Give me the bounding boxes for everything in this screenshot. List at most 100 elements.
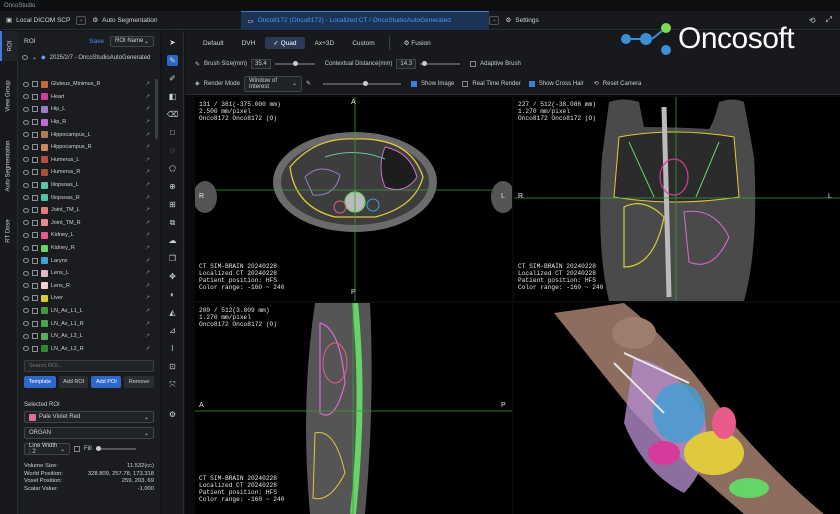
eye-icon[interactable]	[22, 55, 28, 60]
color-swatch[interactable]	[41, 118, 48, 126]
roi-list-item[interactable]: Joint_TM_R ↗	[18, 217, 160, 230]
eye-icon[interactable]	[23, 106, 29, 112]
grid-icon[interactable]: ⊡	[167, 361, 178, 372]
template-button[interactable]: Template	[24, 376, 56, 388]
cursor-icon[interactable]: ➤	[167, 37, 178, 48]
export-icon[interactable]: ↗	[145, 220, 150, 226]
export-icon[interactable]: ↗	[145, 245, 150, 251]
eye-icon[interactable]	[23, 270, 29, 276]
eye-icon[interactable]	[23, 144, 29, 150]
color-swatch[interactable]	[41, 345, 48, 353]
eye-icon[interactable]	[23, 333, 29, 339]
eye-icon[interactable]	[23, 232, 29, 238]
brush-size-input[interactable]: 35.4	[251, 59, 271, 69]
mode-ax3d[interactable]: Ax+3D	[307, 38, 343, 49]
color-swatch[interactable]	[41, 93, 48, 101]
eye-icon[interactable]	[23, 169, 29, 175]
copy-icon[interactable]: ❐	[167, 253, 178, 264]
roi-list-item[interactable]: Humerus_R ↗	[18, 166, 160, 179]
selected-roi-select[interactable]: Pale Violet Red ⌄	[24, 411, 154, 423]
lock-icon[interactable]	[32, 333, 38, 340]
fusion-button[interactable]: ⚙ Fusion	[396, 37, 439, 49]
export-icon[interactable]: ↗	[145, 333, 150, 339]
roi-list-item[interactable]: Hip_R ↗	[18, 116, 160, 129]
color-swatch[interactable]	[41, 244, 48, 252]
eye-icon[interactable]	[23, 245, 29, 251]
export-icon[interactable]: ↗	[145, 321, 150, 327]
brush-icon[interactable]: ✎	[167, 55, 178, 66]
color-swatch[interactable]	[41, 332, 48, 340]
add-poi-button[interactable]: Add POI	[91, 376, 122, 388]
context-slider[interactable]	[420, 61, 461, 66]
lock-icon[interactable]	[32, 207, 38, 214]
export-icon[interactable]: ↗	[145, 182, 150, 188]
eraser-icon[interactable]: ⌫	[167, 109, 178, 120]
lock-icon[interactable]	[32, 156, 38, 163]
lock-icon[interactable]	[32, 270, 38, 277]
color-swatch[interactable]	[41, 219, 48, 227]
fill-checkbox[interactable]	[74, 446, 80, 452]
vtab-roi[interactable]: ROI	[0, 31, 18, 61]
margin-icon[interactable]: ⊞	[167, 199, 178, 210]
color-swatch[interactable]	[41, 257, 48, 265]
mode-dvh[interactable]: DVH	[234, 38, 264, 49]
reset-icon[interactable]: ⟲	[594, 80, 599, 87]
lock-icon[interactable]	[32, 106, 38, 113]
transform-icon[interactable]: ⤧	[167, 379, 178, 390]
crosshair-icon[interactable]: ⊕	[167, 181, 178, 192]
eye-icon[interactable]	[23, 308, 29, 314]
3d-viewport[interactable]	[514, 303, 840, 514]
eye-icon[interactable]	[23, 346, 29, 352]
export-icon[interactable]: ↗	[145, 308, 150, 314]
move-icon[interactable]: ✥	[167, 271, 178, 282]
eye-icon[interactable]	[23, 321, 29, 327]
lock-icon[interactable]	[32, 219, 38, 226]
roi-list-item[interactable]: Liver ↗	[18, 292, 160, 305]
export-icon[interactable]: ↗	[145, 169, 150, 175]
lock-icon[interactable]	[32, 295, 38, 302]
roi-type-select[interactable]: ORGAN ⌄	[24, 427, 154, 439]
crosshair-checkbox[interactable]	[528, 80, 535, 87]
settings-icon[interactable]: ⚙	[167, 409, 178, 420]
lock-icon[interactable]	[32, 194, 38, 201]
show-image-checkbox[interactable]	[411, 80, 418, 87]
chevron-down-icon[interactable]: ⌄	[76, 15, 87, 25]
export-icon[interactable]: ↗	[145, 144, 150, 150]
export-icon[interactable]: ↗	[145, 132, 150, 138]
export-icon[interactable]: ↗	[145, 258, 150, 264]
lock-icon[interactable]	[32, 131, 38, 138]
roi-list-item[interactable]: Hippocampus_L ↗	[18, 128, 160, 141]
lasso-icon[interactable]: ◌	[167, 145, 178, 156]
color-swatch[interactable]	[41, 143, 48, 151]
color-swatch[interactable]	[41, 131, 48, 139]
export-icon[interactable]: ↗	[145, 283, 150, 289]
save-button[interactable]: Save	[89, 38, 104, 45]
roi-list-item[interactable]: Joint_TM_L ↗	[18, 204, 160, 217]
axial-viewport[interactable]: 131 / 361(-375.000 mm) 2.500 mm/pixel Onco…	[195, 97, 512, 301]
export-icon[interactable]: ↗	[145, 195, 150, 201]
lock-icon[interactable]	[32, 245, 38, 252]
lock-icon[interactable]	[32, 81, 38, 88]
refresh-icon[interactable]: ⟲	[809, 16, 816, 25]
eye-icon[interactable]	[23, 220, 29, 226]
search-input[interactable]: Search ROI...	[24, 360, 154, 372]
opacity-slider[interactable]	[323, 80, 402, 86]
ruler-icon[interactable]: ⊿	[167, 325, 178, 336]
fill-slider[interactable]	[95, 446, 136, 451]
rectangle-icon[interactable]: □	[167, 127, 178, 138]
render-mode-select[interactable]: Window of Interest ⌄	[243, 75, 302, 92]
color-swatch[interactable]	[41, 194, 48, 202]
smooth-icon[interactable]: ⌇	[167, 343, 178, 354]
lock-icon[interactable]	[32, 182, 38, 189]
eye-icon[interactable]	[23, 195, 29, 201]
edit-icon[interactable]: ✎	[306, 80, 311, 87]
eye-icon[interactable]	[23, 119, 29, 125]
cloud-icon[interactable]: ☁	[167, 235, 178, 246]
roi-list-item[interactable]: Lens_R ↗	[18, 280, 160, 293]
sort-select[interactable]: ROI Name ⌄	[110, 35, 154, 47]
eye-icon[interactable]	[23, 258, 29, 264]
adaptive-checkbox[interactable]	[470, 61, 477, 67]
eye-icon[interactable]	[23, 94, 29, 100]
lock-icon[interactable]	[32, 232, 38, 239]
roi-list-item[interactable]: Heart ↗	[18, 91, 160, 104]
